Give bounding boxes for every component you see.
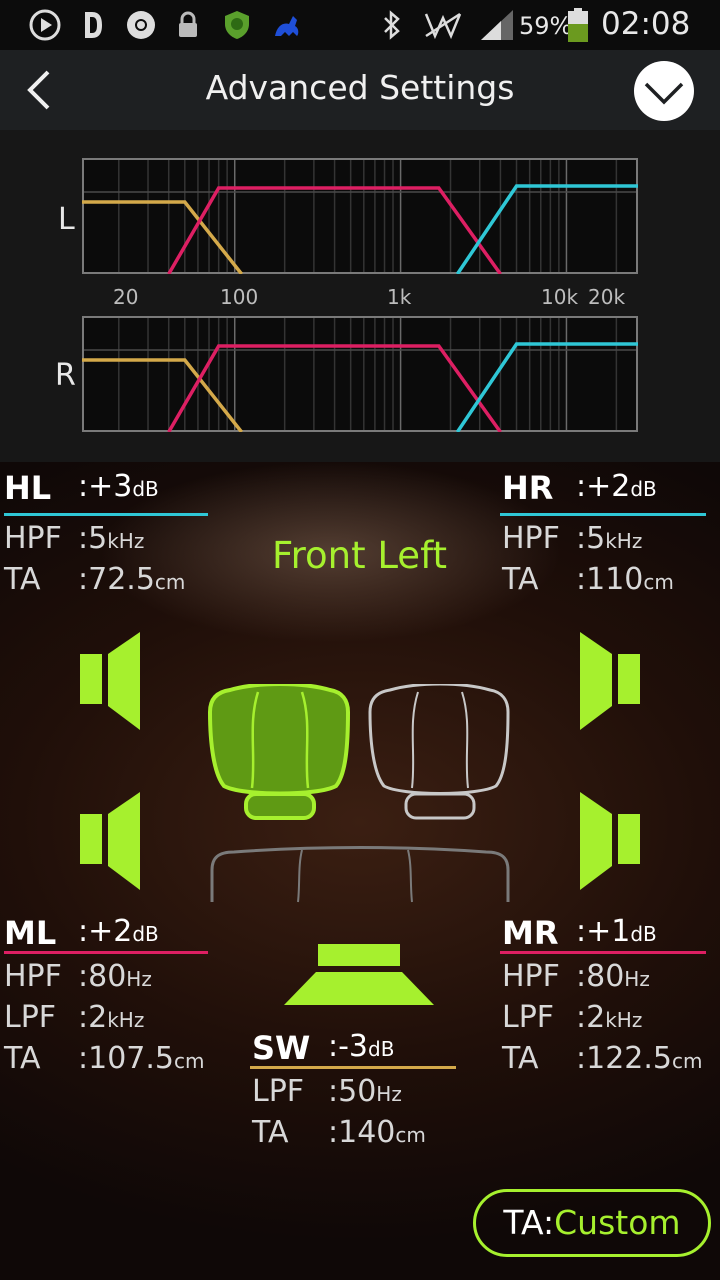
- mr-lpf: LPF:2kHz: [502, 1000, 643, 1035]
- graph-background: [82, 316, 638, 432]
- battery-icon: [566, 8, 590, 42]
- mr-channel[interactable]: MR :+1dB HPF:80Hz LPF:2kHz TA:122.5cm: [500, 914, 708, 1074]
- ta-mode-button[interactable]: TA:Custom: [473, 1189, 711, 1257]
- mr-hpf: HPF:80Hz: [502, 959, 650, 994]
- mr-name: MR: [502, 914, 559, 952]
- chevron-down-icon: [644, 82, 684, 105]
- no-signal-icon: [422, 9, 464, 41]
- left-channel-label: L: [58, 202, 75, 237]
- front-left-speaker-icon[interactable]: [80, 632, 142, 730]
- mr-ta: TA:122.5cm: [502, 1041, 703, 1076]
- ml-hpf: HPF:80Hz: [4, 959, 152, 994]
- freq-tick-1k: 1k: [387, 285, 412, 309]
- hr-gain: :+2dB: [576, 469, 657, 504]
- front-left-seat[interactable]: [208, 684, 352, 822]
- signal-icon: [478, 9, 516, 41]
- mid-left-speaker-icon[interactable]: [80, 792, 142, 890]
- hl-name: HL: [4, 469, 52, 507]
- mr-gain: :+1dB: [576, 914, 657, 949]
- right-crossover-graph: [82, 316, 638, 432]
- sw-ta: TA:140cm: [252, 1115, 426, 1150]
- hr-hpf: HPF:5kHz: [502, 521, 643, 556]
- speaker-layout-panel: HL :+3dB HPF:5kHz TA:72.5cm HR :+2dB HPF…: [0, 462, 720, 1280]
- hr-underline: [500, 513, 706, 516]
- right-channel-label: R: [55, 358, 76, 393]
- hr-channel[interactable]: HR :+2dB HPF:5kHz TA:110cm: [500, 469, 708, 595]
- status-bar: 59% 02:08: [0, 0, 720, 50]
- hr-name: HR: [502, 469, 554, 507]
- bluetooth-icon: [376, 9, 408, 41]
- ml-ta: TA:107.5cm: [4, 1041, 205, 1076]
- crossover-graph-panel: L R 20 100 1k 10k 20k: [0, 130, 720, 462]
- mr-underline: [500, 951, 706, 954]
- hl-hpf: HPF:5kHz: [4, 521, 145, 556]
- sw-name: SW: [252, 1029, 311, 1067]
- mid-right-speaker-icon[interactable]: [578, 792, 640, 890]
- play-circle-icon: [26, 9, 64, 41]
- ml-gain: :+2dB: [78, 914, 159, 949]
- left-crossover-graph: [82, 158, 638, 274]
- dragon-icon: [270, 9, 304, 41]
- clock: 02:08: [601, 6, 691, 42]
- graph-background: [82, 158, 638, 274]
- sw-lpf: LPF:50Hz: [252, 1074, 402, 1109]
- front-right-speaker-icon[interactable]: [578, 632, 640, 730]
- chrome-icon: [124, 9, 158, 41]
- freq-tick-20: 20: [113, 285, 139, 309]
- hl-ta: TA:72.5cm: [4, 562, 186, 597]
- title-bar: Advanced Settings: [0, 50, 720, 130]
- ta-mode-value: Custom: [554, 1203, 681, 1242]
- rear-seat: [210, 846, 510, 903]
- hl-underline: [4, 513, 208, 516]
- subwoofer-speaker-icon[interactable]: [284, 944, 434, 1006]
- shield-icon: [220, 9, 254, 41]
- freq-tick-10k: 10k: [541, 285, 579, 309]
- hl-gain: :+3dB: [78, 469, 159, 504]
- hl-channel[interactable]: HL :+3dB HPF:5kHz TA:72.5cm: [4, 469, 208, 595]
- ml-name: ML: [4, 914, 57, 952]
- sw-channel[interactable]: SW :-3dB LPF:50Hz TA:140cm: [250, 1029, 456, 1148]
- ml-channel[interactable]: ML :+2dB HPF:80Hz LPF:2kHz TA:107.5cm: [4, 914, 208, 1074]
- d-icon: [80, 9, 106, 41]
- ml-underline: [4, 951, 208, 954]
- front-right-seat[interactable]: [368, 684, 512, 822]
- page-title: Advanced Settings: [205, 68, 515, 107]
- hr-ta: TA:110cm: [502, 562, 674, 597]
- confirm-button[interactable]: [634, 61, 694, 121]
- listening-position-label: Front Left: [272, 534, 447, 577]
- sw-gain: :-3dB: [328, 1029, 395, 1064]
- battery-percent: 59%: [519, 12, 573, 40]
- lock-icon: [176, 9, 200, 41]
- ta-mode-prefix: TA:: [503, 1203, 555, 1242]
- freq-tick-20k: 20k: [588, 285, 626, 309]
- sw-underline: [250, 1066, 456, 1069]
- freq-tick-100: 100: [220, 285, 259, 309]
- ml-lpf: LPF:2kHz: [4, 1000, 145, 1035]
